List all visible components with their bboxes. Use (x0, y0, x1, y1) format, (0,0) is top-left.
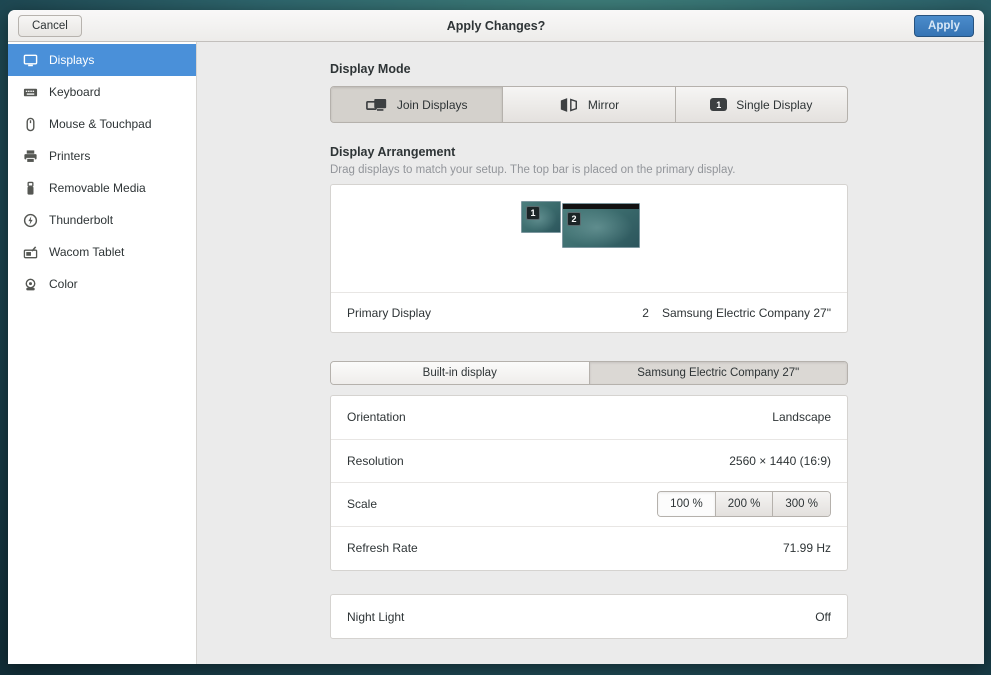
single-display-icon: 1 (710, 98, 727, 111)
tablet-pen-icon (23, 245, 38, 260)
arrangement-card: 1 2 Primary Display 2 Samsung Electric C… (330, 184, 848, 333)
sidebar-item-keyboard[interactable]: Keyboard (8, 76, 196, 108)
printer-icon (23, 149, 38, 164)
sidebar: Displays Keyboard Mouse & Touchpad Print… (8, 42, 197, 664)
sidebar-item-label: Wacom Tablet (49, 245, 124, 259)
scale-200-button[interactable]: 200 % (716, 492, 774, 516)
scale-100-button[interactable]: 100 % (658, 492, 716, 516)
colorimeter-icon (23, 277, 38, 292)
primary-display-number: 2 (642, 306, 649, 320)
join-displays-icon (366, 97, 388, 113)
refresh-rate-row[interactable]: Refresh Rate 71.99 Hz (331, 527, 847, 571)
orientation-label: Orientation (347, 410, 406, 424)
window-title: Apply Changes? (8, 19, 984, 33)
sidebar-item-label: Thunderbolt (49, 213, 113, 227)
sidebar-item-label: Removable Media (49, 181, 146, 195)
sidebar-item-printers[interactable]: Printers (8, 140, 196, 172)
primary-display-row[interactable]: Primary Display 2 Samsung Electric Compa… (331, 293, 847, 332)
arrangement-heading: Display Arrangement (330, 145, 848, 159)
mirror-icon (559, 97, 579, 113)
primary-top-bar (563, 204, 639, 209)
sidebar-item-label: Color (49, 277, 78, 291)
display-thumbnail-2[interactable]: 2 (562, 203, 640, 248)
orientation-value: Landscape (772, 410, 831, 424)
display-mode-heading: Display Mode (330, 62, 848, 76)
sidebar-item-label: Keyboard (49, 85, 100, 99)
sidebar-item-wacom-tablet[interactable]: Wacom Tablet (8, 236, 196, 268)
keyboard-icon (23, 85, 38, 100)
display-thumbnail-1[interactable]: 1 (521, 201, 561, 233)
mode-label: Mirror (588, 98, 619, 112)
monitor-selector: Built-in display Samsung Electric Compan… (330, 361, 848, 385)
sidebar-item-color[interactable]: Color (8, 268, 196, 300)
mirror-button[interactable]: Mirror (503, 87, 675, 122)
cancel-button[interactable]: Cancel (18, 15, 82, 37)
sidebar-item-mouse-touchpad[interactable]: Mouse & Touchpad (8, 108, 196, 140)
tab-built-in-display[interactable]: Built-in display (331, 362, 590, 384)
monitor-settings-card: Orientation Landscape Resolution 2560 × … (330, 395, 848, 571)
displays-panel: Display Mode Join Displays Mirror (197, 42, 984, 664)
settings-window: Apply Changes? Cancel Apply Displays Key… (8, 10, 984, 664)
display-icon (23, 53, 38, 68)
refresh-rate-label: Refresh Rate (347, 541, 418, 555)
refresh-rate-value: 71.99 Hz (783, 541, 831, 555)
arrangement-canvas: 1 2 (331, 185, 847, 293)
primary-display-name: Samsung Electric Company 27" (662, 306, 831, 320)
night-light-value: Off (815, 610, 831, 624)
usb-drive-icon (23, 181, 38, 196)
mouse-icon (23, 117, 38, 132)
join-displays-button[interactable]: Join Displays (331, 87, 503, 122)
night-light-label: Night Light (347, 610, 404, 624)
scale-button-group: 100 % 200 % 300 % (657, 491, 831, 517)
sidebar-item-label: Displays (49, 53, 94, 67)
single-display-button[interactable]: 1 Single Display (676, 87, 847, 122)
mode-label: Single Display (736, 98, 812, 112)
sidebar-item-label: Printers (49, 149, 90, 163)
thunderbolt-icon (23, 213, 38, 228)
main-area: Displays Keyboard Mouse & Touchpad Print… (8, 42, 984, 664)
sidebar-item-displays[interactable]: Displays (8, 44, 196, 76)
display-number-badge: 2 (567, 212, 581, 226)
display-number-badge: 1 (526, 206, 540, 220)
scale-label: Scale (347, 497, 377, 511)
sidebar-item-removable-media[interactable]: Removable Media (8, 172, 196, 204)
night-light-card: Night Light Off (330, 594, 848, 639)
night-light-row[interactable]: Night Light Off (331, 595, 847, 638)
display-mode-group: Join Displays Mirror 1 Single Display (330, 86, 848, 123)
arrangement-subtitle: Drag displays to match your setup. The t… (330, 164, 848, 176)
resolution-value: 2560 × 1440 (16:9) (729, 454, 831, 468)
scale-row: Scale 100 % 200 % 300 % (331, 483, 847, 527)
resolution-row[interactable]: Resolution 2560 × 1440 (16:9) (331, 440, 847, 484)
headerbar: Apply Changes? Cancel Apply (8, 10, 984, 42)
sidebar-item-label: Mouse & Touchpad (49, 117, 152, 131)
apply-button[interactable]: Apply (914, 15, 974, 37)
scale-300-button[interactable]: 300 % (773, 492, 830, 516)
resolution-label: Resolution (347, 454, 404, 468)
primary-display-label: Primary Display (347, 306, 431, 320)
sidebar-item-thunderbolt[interactable]: Thunderbolt (8, 204, 196, 236)
orientation-row[interactable]: Orientation Landscape (331, 396, 847, 440)
tab-samsung-display[interactable]: Samsung Electric Company 27" (590, 362, 848, 384)
mode-label: Join Displays (397, 98, 468, 112)
